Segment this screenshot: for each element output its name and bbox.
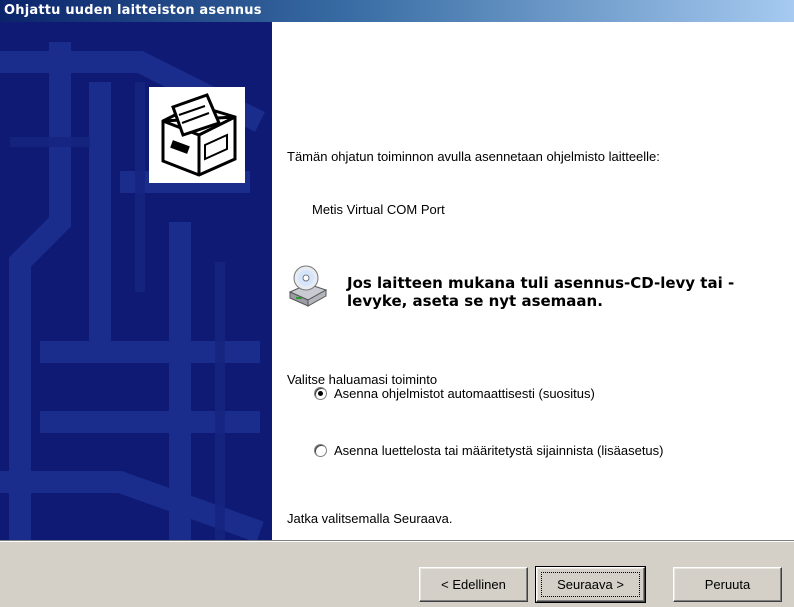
title-bar[interactable]: Ohjattu uuden laitteiston asennus [0, 0, 794, 22]
wizard-content: Tämän ohjatun toiminnon avulla asennetaa… [272, 22, 794, 540]
window-title: Ohjattu uuden laitteiston asennus [4, 3, 262, 18]
wizard-sidebar [0, 22, 272, 540]
cd-drive-icon [286, 264, 330, 308]
option-automatic[interactable]: Asenna ohjelmistot automaattisesti (suos… [314, 384, 595, 402]
next-button[interactable]: Seuraava > [535, 566, 646, 603]
option-automatic-label[interactable]: Asenna ohjelmistot automaattisesti (suos… [334, 386, 595, 401]
hardware-wizard-icon [149, 87, 245, 183]
wizard-window: Ohjattu uuden laitteiston asennus Tämän … [0, 0, 794, 607]
device-name: Metis Virtual COM Port [312, 202, 445, 217]
cancel-button-label: Peruuta [704, 577, 751, 592]
radio-automatic[interactable] [314, 386, 327, 400]
back-button[interactable]: < Edellinen [419, 567, 528, 602]
cancel-button[interactable]: Peruuta [673, 567, 782, 602]
next-button-label: Seuraava > [557, 577, 624, 592]
back-button-label: < Edellinen [441, 577, 506, 592]
option-advanced-label[interactable]: Asenna luettelosta tai määritetystä sija… [334, 443, 664, 458]
button-bar: < Edellinen Seuraava > Peruuta [0, 540, 794, 607]
intro-text: Tämän ohjatun toiminnon avulla asennetaa… [287, 149, 660, 164]
radio-advanced[interactable] [314, 443, 327, 457]
option-advanced[interactable]: Asenna luettelosta tai määritetystä sija… [314, 441, 664, 459]
cd-prompt: Jos laitteen mukana tuli asennus-CD-levy… [347, 274, 735, 310]
continue-hint: Jatka valitsemalla Seuraava. [287, 511, 453, 526]
